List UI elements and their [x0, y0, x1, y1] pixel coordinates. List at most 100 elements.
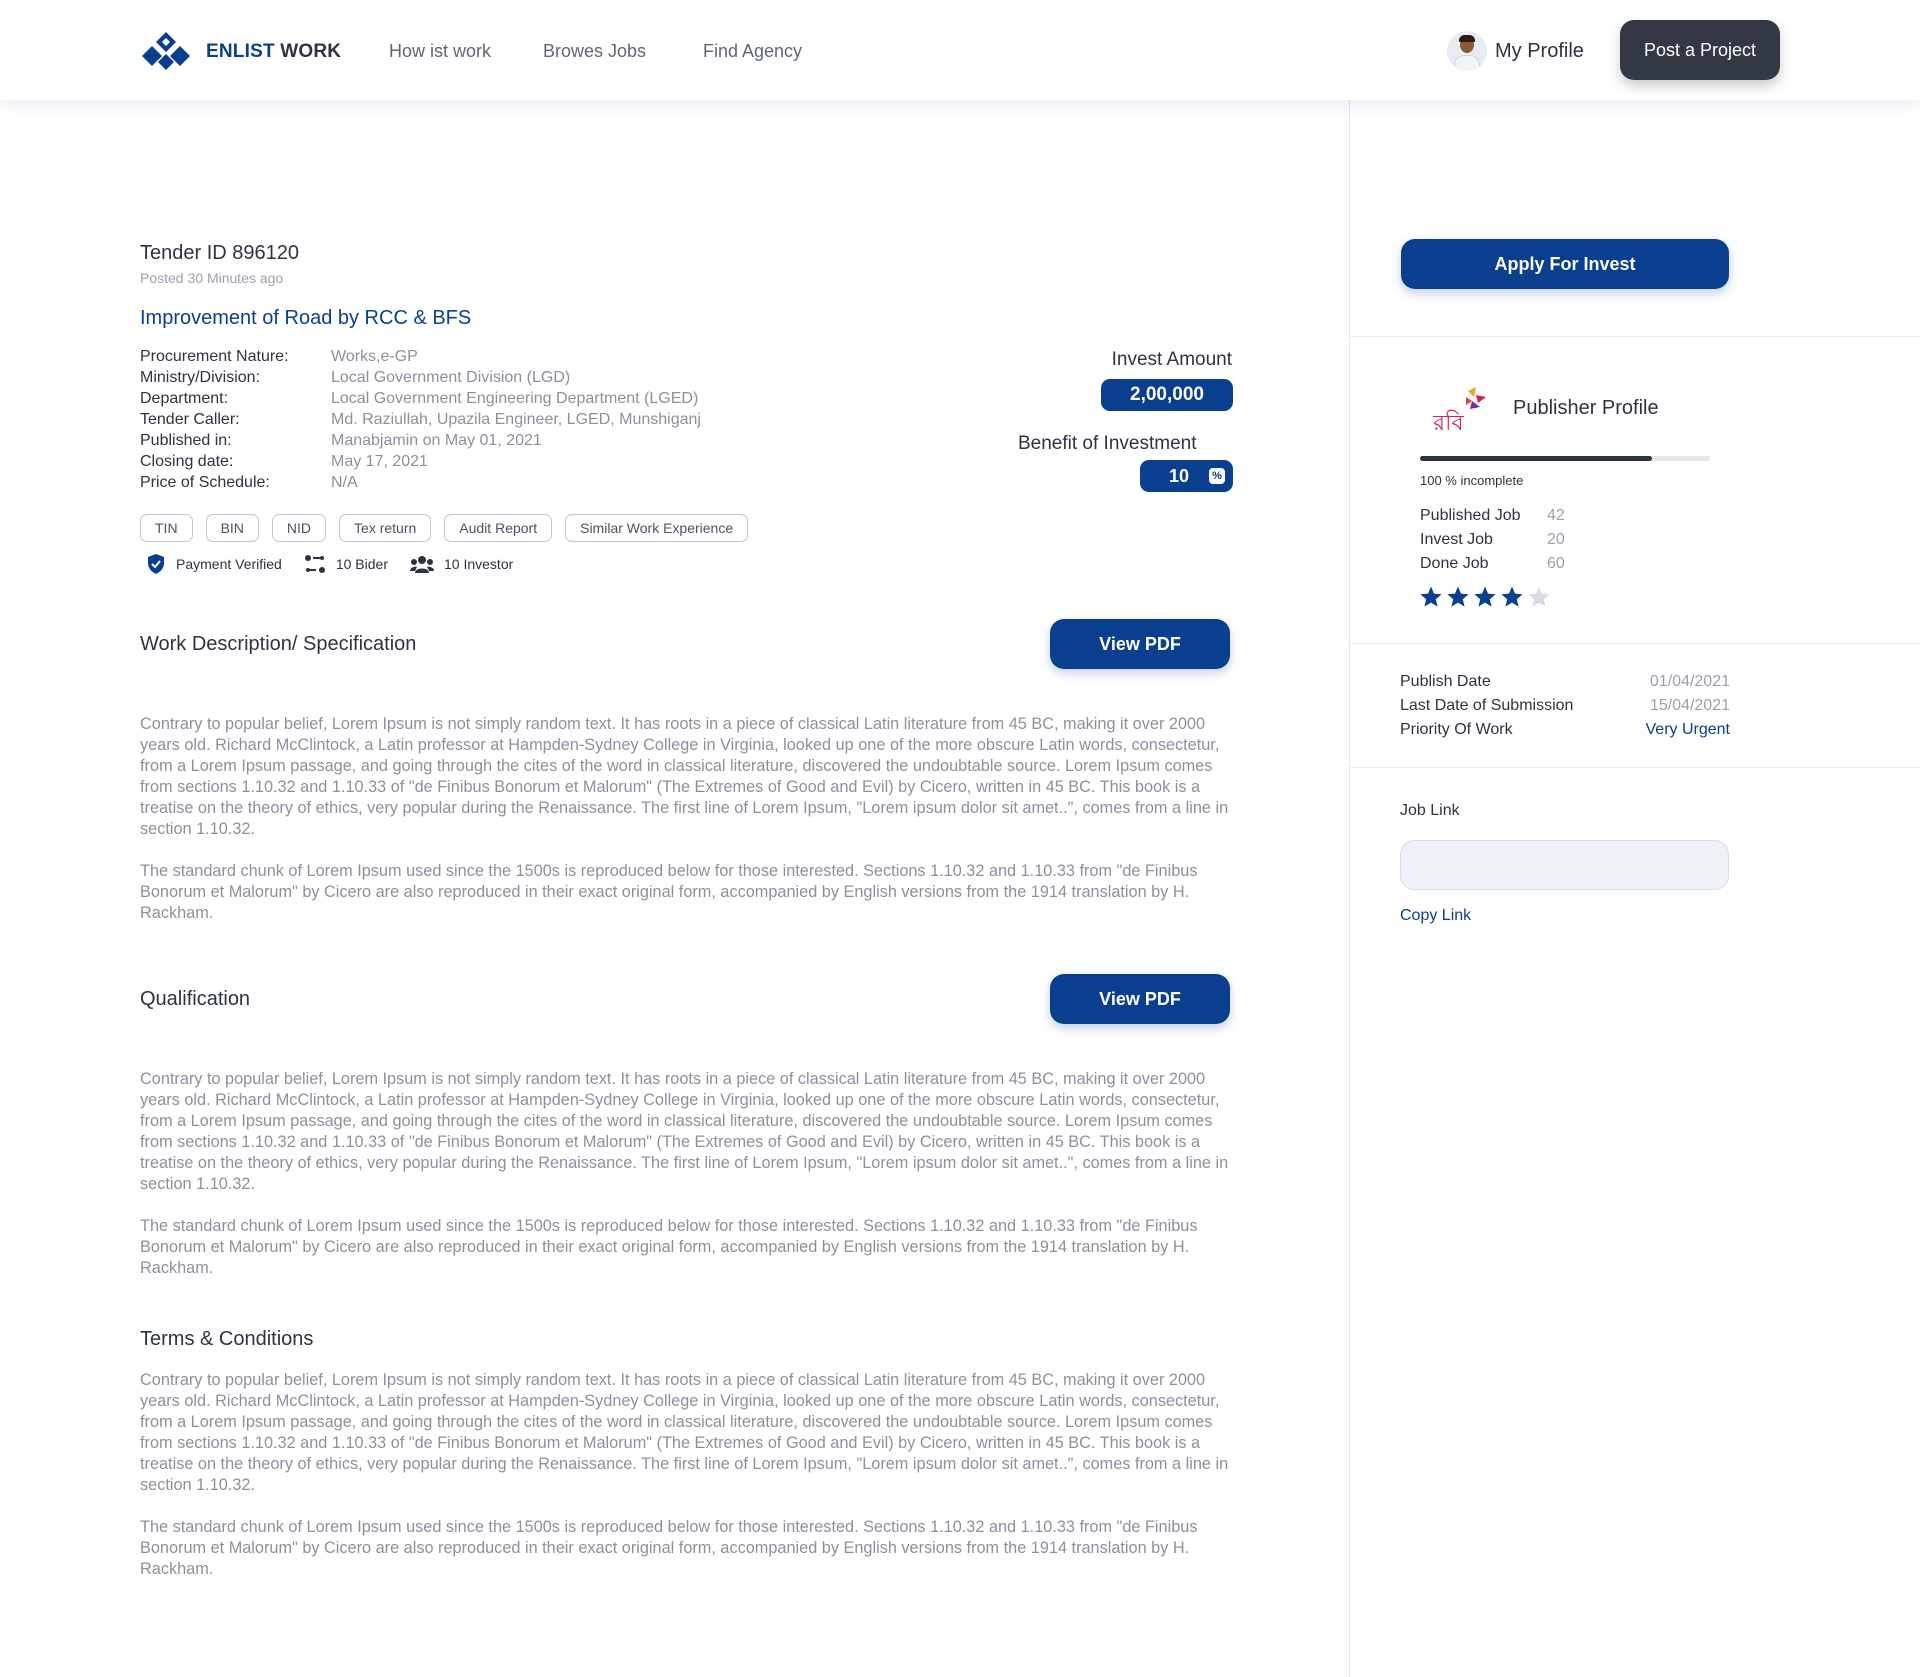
post-project-button[interactable]: Post a Project — [1620, 20, 1780, 80]
invest-amount-badge: 2,00,000 — [1101, 379, 1233, 411]
stat-value: 20 — [1547, 531, 1565, 548]
robi-logo-icon: রবি — [1432, 387, 1486, 435]
brand-logo[interactable]: ENLIST WORK — [140, 30, 341, 74]
tag-nid[interactable]: NID — [271, 514, 327, 542]
qualification-title: Qualification — [140, 988, 251, 1010]
qualification-paragraph: Contrary to popular belief, Lorem Ipsum … — [140, 1070, 1229, 1193]
detail-value: May 17, 2021 — [331, 453, 428, 470]
nav-browse-jobs[interactable]: Browes Jobs — [543, 41, 646, 62]
publisher-profile-title[interactable]: Publisher Profile — [1513, 397, 1659, 420]
date-value: 15/04/2021 — [1649, 697, 1730, 714]
terms-title: Terms & Conditions — [140, 1328, 314, 1350]
detail-value: Local Government Division (LGD) — [331, 369, 571, 386]
top-navbar: ENLIST WORK How ist work Browes Jobs Fin… — [0, 0, 1920, 100]
profile-progress-bar — [1420, 456, 1710, 461]
star-filled-icon[interactable] — [1473, 585, 1497, 609]
detail-value: Works,e-GP — [331, 348, 418, 365]
tag-tax-return[interactable]: Tex return — [339, 514, 432, 542]
tag-audit-report[interactable]: Audit Report — [444, 514, 553, 542]
date-value: 01/04/2021 — [1649, 673, 1730, 690]
nav-how-it-works[interactable]: How ist work — [389, 41, 491, 62]
detail-label: Closing date: — [140, 453, 234, 470]
brand-name-part1: ENLIST — [206, 41, 275, 62]
benefit-label: Benefit of Investment — [1018, 433, 1197, 454]
date-label: Last Date of Submission — [1400, 697, 1574, 714]
tender-id: Tender ID 896120 — [140, 242, 300, 264]
tag-similar-work[interactable]: Similar Work Experience — [565, 514, 749, 542]
stat-label: Published Job — [1420, 507, 1521, 524]
job-link-label: Job Link — [1400, 802, 1460, 819]
profile-completion-text: 100 % incomplete — [1420, 473, 1524, 488]
star-empty-icon[interactable] — [1527, 585, 1551, 609]
robi-logo-text: রবি — [1432, 410, 1464, 435]
detail-value: Md. Raziullah, Upazila Engineer, LGED, M… — [331, 411, 701, 428]
stat-value: 42 — [1547, 507, 1565, 524]
required-documents: TIN BIN NID Tex return Audit Report Simi… — [140, 514, 761, 542]
detail-label: Price of Schedule: — [140, 474, 270, 491]
terms-paragraph: Contrary to popular belief, Lorem Ipsum … — [140, 1371, 1229, 1494]
brand-name: ENLIST WORK — [206, 41, 341, 63]
view-pdf-work-button[interactable]: View PDF — [1050, 619, 1230, 669]
payment-verified: Payment Verified — [146, 553, 282, 575]
my-profile-label: My Profile — [1495, 39, 1584, 62]
tender-details: Procurement Nature: Works,e-GP Ministry/D… — [140, 346, 701, 493]
profile-progress-fill — [1420, 456, 1652, 461]
star-filled-icon[interactable] — [1446, 585, 1470, 609]
tag-bin[interactable]: BIN — [205, 514, 259, 542]
detail-value: N/A — [331, 474, 358, 491]
sidebar-divider — [1350, 767, 1920, 768]
date-row: Last Date of Submission 15/04/2021 — [1400, 694, 1730, 718]
shield-check-icon — [148, 554, 164, 574]
posted-time: Posted 30 Minutes ago — [140, 270, 284, 286]
terms-paragraph: The standard chunk of Lorem Ipsum used s… — [140, 1518, 1198, 1578]
copy-link-button[interactable]: Copy Link — [1400, 907, 1471, 925]
benefit-value: 10 — [1169, 465, 1190, 486]
detail-row: Ministry/Division: Local Government Divis… — [140, 367, 701, 388]
detail-row: Closing date: May 17, 2021 — [140, 451, 701, 472]
priority-label: Priority Of Work — [1400, 721, 1513, 738]
date-label: Publish Date — [1400, 673, 1491, 690]
priority-value: Very Urgent — [1645, 721, 1730, 738]
stat-label: Done Job — [1420, 555, 1489, 572]
enlist-work-logo-icon — [142, 32, 190, 70]
detail-row: Procurement Nature: Works,e-GP — [140, 346, 701, 367]
detail-label: Tender Caller: — [140, 411, 240, 428]
detail-label: Procurement Nature: — [140, 348, 289, 365]
tag-tin[interactable]: TIN — [140, 514, 193, 542]
tender-stats: Payment Verified 10 Bider 10 Investor — [146, 553, 535, 575]
detail-label: Published in: — [140, 432, 232, 449]
publisher-stat-row: Invest Job 20 — [1420, 528, 1565, 552]
star-filled-icon[interactable] — [1419, 585, 1443, 609]
investor-count: 10 Investor — [410, 554, 513, 574]
stat-value: 60 — [1547, 555, 1565, 572]
work-description-paragraph: Contrary to popular belief, Lorem Ipsum … — [140, 715, 1229, 838]
brand-name-part2: WORK — [280, 41, 342, 62]
date-row: Publish Date 01/04/2021 — [1400, 670, 1730, 694]
my-profile-link[interactable]: My Profile — [1447, 31, 1584, 71]
detail-row: Price of Schedule: N/A — [140, 472, 701, 493]
detail-label: Department: — [140, 390, 229, 407]
sidebar-divider — [1350, 643, 1920, 644]
work-description-paragraph: The standard chunk of Lorem Ipsum used s… — [140, 862, 1198, 922]
apply-for-invest-button[interactable]: Apply For Invest — [1401, 239, 1729, 289]
sidebar-divider — [1350, 336, 1920, 337]
view-pdf-qualification-button[interactable]: View PDF — [1050, 974, 1230, 1024]
bidder-icon — [304, 555, 325, 573]
tender-title[interactable]: Improvement of Road by RCC & BFS — [140, 307, 471, 330]
job-link-input[interactable] — [1400, 840, 1729, 890]
investors-icon — [410, 556, 434, 573]
star-filled-icon[interactable] — [1500, 585, 1524, 609]
percent-icon: % — [1209, 468, 1225, 484]
bidder-count: 10 Bider — [304, 554, 388, 574]
detail-row: Tender Caller: Md. Raziullah, Upazila Eng… — [140, 409, 701, 430]
bidder-count-text: 10 Bider — [335, 556, 388, 572]
date-row: Priority Of Work Very Urgent — [1400, 718, 1730, 742]
invest-amount-label: Invest Amount — [1111, 349, 1232, 370]
avatar — [1447, 31, 1487, 71]
detail-value: Local Government Engineering Department … — [331, 390, 699, 407]
rating-stars — [1419, 585, 1554, 609]
benefit-badge: 10 % — [1140, 460, 1233, 492]
detail-value: Manabjamin on May 01, 2021 — [331, 432, 542, 449]
payment-verified-text: Payment Verified — [176, 556, 282, 572]
nav-find-agency[interactable]: Find Agency — [703, 41, 802, 62]
